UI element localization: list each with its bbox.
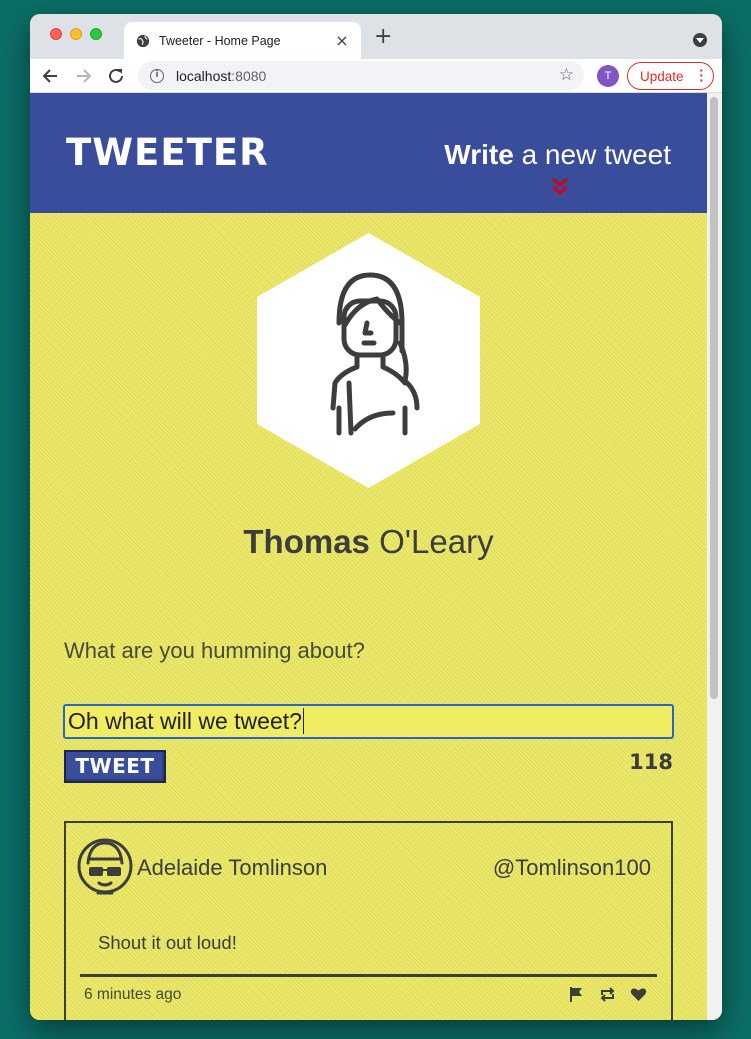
close-tab-icon[interactable]: × xyxy=(333,32,351,49)
close-window-button[interactable] xyxy=(50,28,62,40)
char-counter: 118 xyxy=(629,750,673,774)
browser-toolbar: i localhost:8080 ☆ T Update · · · xyxy=(30,59,722,93)
address-bar[interactable]: i localhost:8080 ☆ xyxy=(138,61,584,90)
tweet-author: Adelaide Tomlinson xyxy=(137,855,328,880)
page-viewport: TWEETER Write a new tweet Thomas O'Leary… xyxy=(30,93,722,1020)
forward-icon[interactable] xyxy=(72,65,94,87)
globe-icon xyxy=(136,34,150,47)
bookmark-star-icon[interactable]: ☆ xyxy=(559,66,574,84)
double-chevron-down-icon[interactable] xyxy=(551,177,569,197)
update-button[interactable]: Update · · · xyxy=(627,62,714,90)
tab-search-icon[interactable] xyxy=(693,33,707,47)
update-label: Update xyxy=(640,68,684,84)
tweet-card: Adelaide Tomlinson @Tomlinson100 Shout i… xyxy=(64,821,673,1020)
browser-window: Tweeter - Home Page × + i localhost:8080… xyxy=(30,14,722,1020)
text-caret xyxy=(302,708,305,734)
retweet-icon[interactable] xyxy=(599,986,616,1003)
tweet-button[interactable]: TWEET xyxy=(64,750,166,783)
menu-dots-icon: · · · xyxy=(699,62,704,88)
user-avatar-icon xyxy=(77,838,133,895)
profile-avatar[interactable]: T xyxy=(597,65,619,87)
tweet-body: Shout it out loud! xyxy=(98,932,237,953)
minimize-window-button[interactable] xyxy=(70,28,82,40)
compose-label: What are you humming about? xyxy=(64,638,365,663)
vertical-scrollbar[interactable] xyxy=(707,93,722,1020)
url-port: :8080 xyxy=(231,67,267,84)
tab-title: Tweeter - Home Page xyxy=(159,33,281,48)
tweet-textarea[interactable]: Oh what will we tweet? xyxy=(63,704,674,739)
profile-first-name: Thomas xyxy=(243,523,370,560)
tab-strip: Tweeter - Home Page × + xyxy=(30,14,722,59)
flag-icon[interactable] xyxy=(568,986,585,1003)
new-tab-button[interactable]: + xyxy=(374,26,392,48)
zoom-window-button[interactable] xyxy=(90,28,102,40)
scrollbar-thumb[interactable] xyxy=(710,97,718,699)
tweet-handle: @Tomlinson100 xyxy=(492,855,651,880)
tweeter-page: TWEETER Write a new tweet Thomas O'Leary… xyxy=(30,93,707,1020)
url-host: localhost xyxy=(176,67,232,84)
tweet-actions xyxy=(568,986,647,1003)
write-new-tweet-link[interactable]: Write a new tweet xyxy=(444,139,671,171)
write-bold-text: Write xyxy=(444,139,514,170)
back-icon[interactable] xyxy=(40,65,62,87)
heart-icon[interactable] xyxy=(630,986,647,1003)
site-header: TWEETER Write a new tweet xyxy=(30,93,707,213)
site-info-icon[interactable]: i xyxy=(150,68,164,83)
tweet-divider xyxy=(80,974,657,977)
write-rest-text: a new tweet xyxy=(513,139,671,170)
window-controls xyxy=(50,28,102,40)
url-text[interactable]: localhost:8080 xyxy=(176,68,266,84)
browser-tab[interactable]: Tweeter - Home Page × xyxy=(124,22,361,59)
reload-icon[interactable] xyxy=(105,65,127,87)
tweet-timestamp: 6 minutes ago xyxy=(84,986,182,1003)
profile-avatar-hexagon xyxy=(257,233,480,488)
profile-last-name: O'Leary xyxy=(369,523,494,560)
logo[interactable]: TWEETER xyxy=(66,131,269,174)
tweet-textarea-value: Oh what will we tweet? xyxy=(68,708,302,734)
profile-name: Thomas O'Leary xyxy=(30,523,707,561)
